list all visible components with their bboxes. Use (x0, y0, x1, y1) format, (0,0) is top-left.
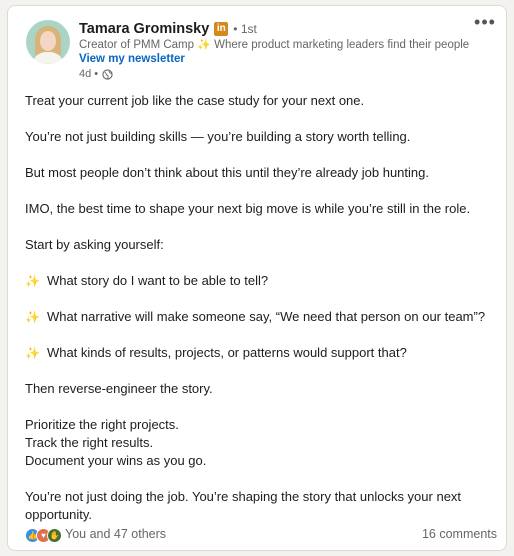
reaction-icons[interactable]: 👍 ♥ ✋ (25, 528, 62, 543)
comments-count[interactable]: 16 comments (422, 527, 497, 541)
author-name[interactable]: Tamara Grominsky (79, 21, 209, 37)
author-avatar[interactable] (26, 20, 70, 64)
post-paragraph: You’re not just building skills — you’re… (25, 129, 411, 144)
post-paragraph: Track the right results. (25, 435, 154, 450)
post-paragraph: Start by asking yourself: (25, 237, 164, 252)
linkedin-premium-icon: in (214, 22, 229, 36)
question-item: ✨ What story do I want to be able to tell… (25, 273, 269, 288)
sparkles-icon: ✨ (197, 39, 211, 51)
sparkles-icon: ✨ (25, 274, 40, 288)
question-item: ✨ What narrative will make someone say, “… (25, 309, 486, 324)
sparkles-icon: ✨ (25, 346, 40, 360)
more-options-icon[interactable]: ••• (472, 13, 498, 34)
post-paragraph: You’re not just doing the job. You’re sh… (25, 489, 462, 522)
post-paragraph: Prioritize the right projects. (25, 417, 179, 432)
post-paragraph: IMO, the best time to shape your next bi… (25, 201, 471, 216)
post-card: Tamara Grominsky in • 1st Creator of PMM… (7, 5, 507, 551)
post-paragraph: Treat your current job like the case stu… (25, 93, 365, 108)
post-meta: 4d • (79, 68, 113, 80)
reactions-count[interactable]: You and 47 others (65, 527, 166, 541)
globe-icon (102, 68, 113, 80)
author-headline: Creator of PMM Camp ✨ Where product mark… (79, 39, 470, 51)
post-paragraph: Then reverse-engineer the story. (25, 381, 213, 396)
post-paragraph: But most people don’t think about this u… (25, 165, 429, 180)
question-item: ✨ What kinds of results, projects, or pat… (25, 345, 407, 360)
post-header: Tamara Grominsky in • 1st Creator of PMM… (8, 6, 506, 91)
sparkles-icon: ✨ (25, 310, 40, 324)
celebrate-icon: ✋ (47, 528, 62, 543)
post-paragraph: Document your wins as you go. (25, 453, 207, 468)
post-time: 4d • (79, 68, 99, 80)
connection-degree: • 1st (233, 22, 257, 36)
social-counts: 👍 ♥ ✋ You and 47 others 16 comments (25, 526, 497, 544)
view-newsletter-link[interactable]: View my newsletter (79, 53, 185, 65)
author-name-row: Tamara Grominsky in • 1st (79, 20, 257, 38)
